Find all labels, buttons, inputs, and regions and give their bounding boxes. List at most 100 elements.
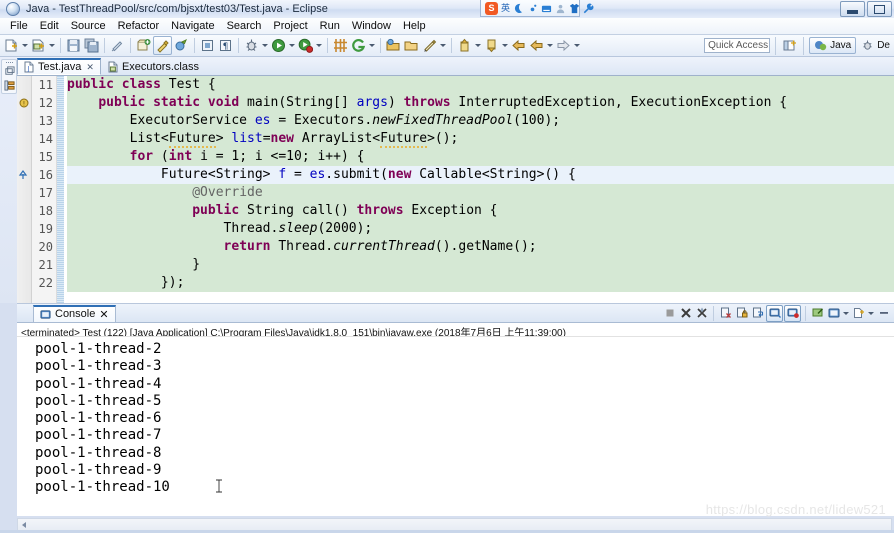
perspective-java[interactable]: Java [809,37,857,54]
console-launch-status: <terminated> Test (122) [Java Applicatio… [17,323,894,337]
eclipse-icon [6,2,20,16]
forward-left-dropdown-icon[interactable] [546,37,554,54]
terminate-icon[interactable] [662,306,677,321]
menu-project[interactable]: Project [267,19,313,33]
open-console-dropdown-icon[interactable] [867,305,875,322]
save-icon[interactable] [65,37,82,54]
shirt-icon[interactable] [569,3,580,14]
code-text-area[interactable]: public class Test { public static void m… [57,76,894,304]
edit-dropdown-icon[interactable] [439,37,447,54]
drag-handle[interactable] [5,62,13,63]
open-task-icon[interactable] [385,37,402,54]
menu-source[interactable]: Source [65,19,112,33]
menu-help[interactable]: Help [397,19,432,33]
keyboard-icon[interactable] [541,3,552,14]
menu-refactor[interactable]: Refactor [112,19,166,33]
open-console-icon[interactable] [851,306,866,321]
remove-all-terminated-icon[interactable] [694,306,709,321]
remove-launch-icon[interactable] [678,306,693,321]
next-annotation-icon[interactable] [483,37,500,54]
debug-icon[interactable] [243,37,260,54]
search-dropdown-icon[interactable] [368,37,376,54]
run-icon[interactable] [270,37,287,54]
next-annotation-dropdown-icon[interactable] [501,37,509,54]
forward-icon[interactable] [555,37,572,54]
pin-console-icon[interactable] [810,306,825,321]
package-explorer-icon[interactable] [3,80,15,91]
code-line-12: public static void main(String[] args) t… [67,94,894,112]
console-output-line: pool-1-thread-2 [35,341,162,357]
menu-run[interactable]: Run [314,19,346,33]
build-icon[interactable] [153,36,172,55]
person-icon[interactable] [555,3,566,14]
editor-tab-test-java[interactable]: J Test.java ✕ [17,58,101,75]
console-output-line: pool-1-thread-8 [35,444,162,461]
debug-dropdown-icon[interactable] [261,37,269,54]
display-console-dropdown-icon[interactable] [842,305,850,322]
main-toolbar: ¶ Quick Access Java De [0,35,894,57]
save-all-icon[interactable] [83,37,100,54]
menu-window[interactable]: Window [346,19,397,33]
wrench-icon[interactable] [583,3,594,14]
skip-breakpoints-icon[interactable] [173,37,190,54]
minimize-button[interactable] [840,1,865,17]
search-g-icon[interactable] [350,37,367,54]
forward-left-icon[interactable] [528,37,545,54]
new-wizard-icon[interactable] [3,37,20,54]
new-java-class-dropdown-icon[interactable] [48,37,56,54]
pilcrow-icon[interactable]: ¶ [217,37,234,54]
previous-annotation-icon[interactable] [456,37,473,54]
warning-marker-icon[interactable]: ! [19,98,29,108]
console-view: Console ✕ <terminated> Test (122) [Java … [17,303,894,516]
line-number: 11 [38,78,53,92]
previous-annotation-dropdown-icon[interactable] [474,37,482,54]
open-type-icon[interactable] [199,37,216,54]
coverage-dropdown-icon[interactable] [315,37,323,54]
menu-navigate[interactable]: Navigate [165,19,220,33]
override-marker-icon[interactable] [18,170,28,180]
new-java-package-icon[interactable] [135,37,152,54]
console-output-line: pool-1-thread-9 [35,462,162,479]
dot-icon[interactable] [527,3,538,14]
annotation-ruler[interactable]: ! [17,76,32,304]
console-output[interactable]: pool-1-thread-2 pool-1-thread-3 pool-1-t… [17,337,894,499]
open-perspective-icon[interactable] [781,37,798,54]
display-selected-console-icon[interactable] [826,306,841,321]
new-wizard-dropdown-icon[interactable] [21,37,29,54]
quick-access-input[interactable]: Quick Access [704,38,771,53]
close-icon[interactable]: ✕ [99,308,108,321]
line-number: 14 [38,132,53,146]
coverage-icon[interactable] [297,37,314,54]
back-icon[interactable] [510,37,527,54]
show-console-on-output-icon[interactable] [766,304,783,322]
toggle-mark-occurrences-icon[interactable] [109,37,126,54]
sogou-ime-bar[interactable]: S 英 [480,0,594,17]
svg-text:J: J [27,65,30,72]
restore-view-icon[interactable] [4,66,15,77]
edit-pencil-icon[interactable] [421,37,438,54]
minimize-view-icon[interactable] [876,306,891,321]
menu-search[interactable]: Search [221,19,268,33]
menu-edit[interactable]: Edit [34,19,65,33]
clear-console-icon[interactable] [718,306,733,321]
perspective-debug[interactable]: De [857,37,894,54]
line-number: 17 [38,186,53,200]
moon-icon[interactable] [513,3,524,14]
new-java-project-icon[interactable] [332,37,349,54]
code-editor[interactable]: ! 11 12 13 14 15 16 17 18 19 20 21 22 pu… [17,76,894,304]
new-java-class-icon[interactable] [30,37,47,54]
word-wrap-icon[interactable] [750,306,765,321]
show-console-on-error-icon[interactable] [784,304,801,322]
sogou-logo-icon[interactable]: S [485,1,498,15]
console-output-line: pool-1-thread-10 [35,479,170,496]
editor-tab-executors-class[interactable]: Executors.class [101,58,206,75]
menu-file[interactable]: File [4,19,34,33]
run-dropdown-icon[interactable] [288,37,296,54]
ime-mode-label[interactable]: 英 [501,3,510,13]
console-tab[interactable]: Console ✕ [33,304,116,322]
open-folder-icon[interactable] [403,37,420,54]
forward-dropdown-icon[interactable] [573,37,581,54]
scroll-lock-icon[interactable] [734,306,749,321]
close-icon[interactable]: ✕ [86,62,94,73]
restore-button[interactable] [867,1,892,17]
